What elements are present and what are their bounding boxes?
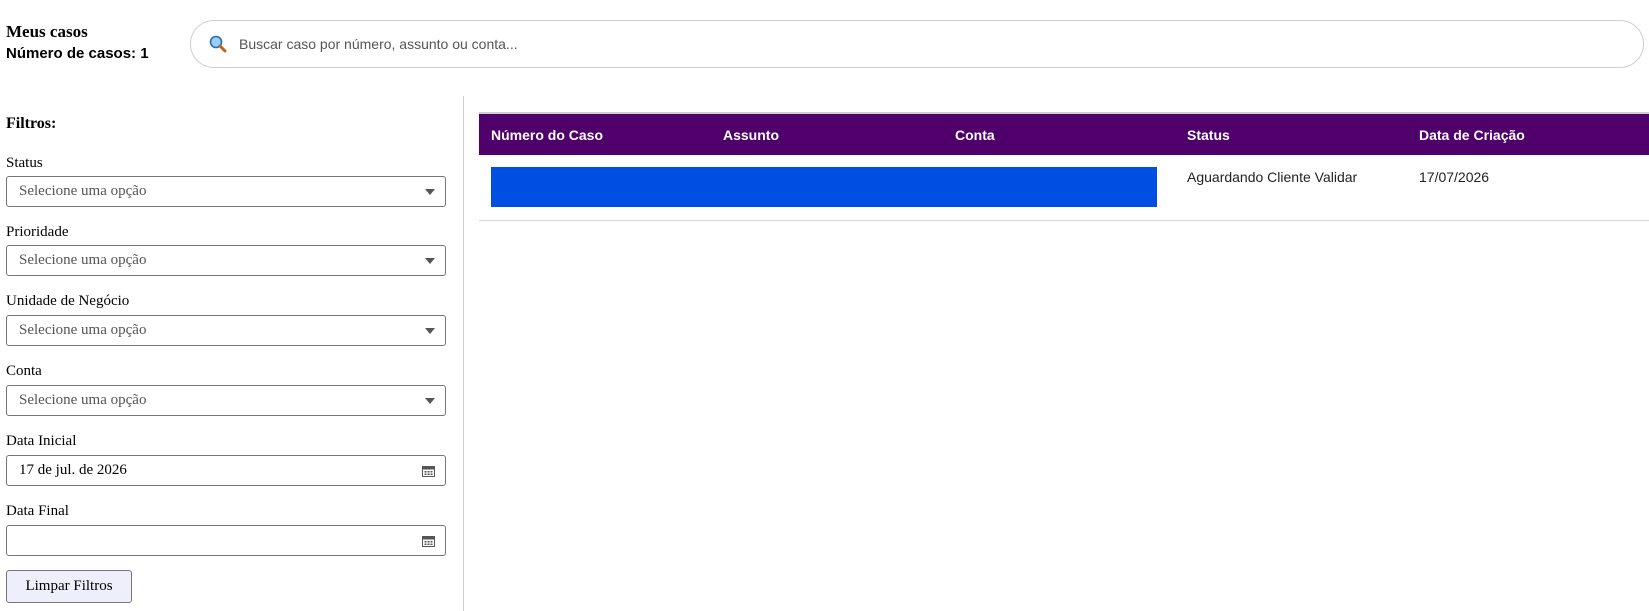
start-date-label: Data Inicial (6, 433, 77, 449)
cell-status: Aguardando Cliente Validar (1187, 169, 1358, 185)
priority-select[interactable]: Selecione uma opção (6, 245, 446, 276)
table-row[interactable]: Aguardando Cliente Validar 17/07/2026 (479, 155, 1649, 221)
page-title: Meus casos (6, 22, 88, 41)
row-selection-highlight[interactable] (491, 167, 1157, 207)
business-unit-select-value: Selecione uma opção (19, 322, 147, 338)
status-select[interactable]: Selecione uma opção (6, 176, 446, 207)
cases-table: Número do Caso Assunto Conta Status Data… (479, 112, 1649, 221)
calendar-icon[interactable] (422, 465, 435, 477)
account-select[interactable]: Selecione uma opção (6, 385, 446, 416)
priority-filter-label: Prioridade (6, 224, 69, 240)
column-header-subject[interactable]: Assunto (711, 127, 943, 143)
case-count: Número de casos: 1 (6, 45, 149, 62)
search-bar[interactable] (190, 20, 1644, 68)
end-date-input[interactable] (6, 525, 446, 556)
chevron-down-icon (425, 398, 435, 404)
column-header-status[interactable]: Status (1175, 127, 1407, 143)
status-select-value: Selecione uma opção (19, 183, 147, 199)
start-date-input[interactable]: 17 de jul. de 2026 (6, 455, 446, 486)
calendar-icon[interactable] (422, 535, 435, 547)
column-header-account[interactable]: Conta (943, 127, 1175, 143)
end-date-label: Data Final (6, 503, 69, 519)
filters-title: Filtros: (6, 115, 57, 132)
column-header-case-number[interactable]: Número do Caso (479, 127, 711, 143)
chevron-down-icon (425, 258, 435, 264)
table-header: Número do Caso Assunto Conta Status Data… (479, 114, 1649, 155)
priority-select-value: Selecione uma opção (19, 252, 147, 268)
column-header-created-date[interactable]: Data de Criação (1407, 127, 1639, 143)
business-unit-filter-label: Unidade de Negócio (6, 293, 130, 309)
clear-filters-button[interactable]: Limpar Filtros (6, 570, 132, 603)
account-select-value: Selecione uma opção (19, 392, 147, 408)
business-unit-select[interactable]: Selecione uma opção (6, 315, 446, 346)
account-filter-label: Conta (6, 363, 42, 379)
search-icon (207, 33, 229, 55)
status-filter-label: Status (6, 155, 43, 171)
start-date-value: 17 de jul. de 2026 (19, 462, 127, 478)
chevron-down-icon (425, 328, 435, 334)
sidebar-divider (463, 96, 464, 611)
chevron-down-icon (425, 189, 435, 195)
search-input[interactable] (239, 29, 1643, 59)
cell-created-date: 17/07/2026 (1419, 169, 1490, 185)
